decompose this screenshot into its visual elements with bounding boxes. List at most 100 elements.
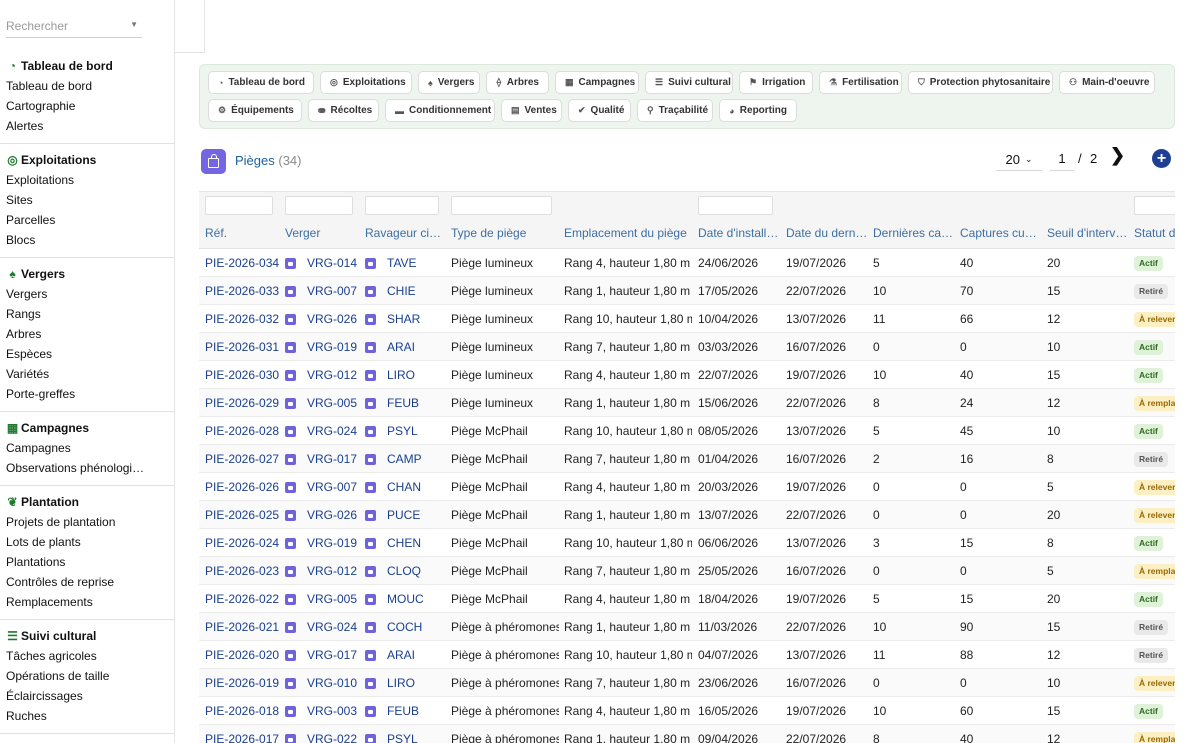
sidebar-section-heading[interactable]: ☰ Suivi cultural [0, 626, 174, 646]
table-row[interactable]: PIE-2026-028 VRG-024 PSYL Piège McPhail Rang… [199, 417, 1175, 445]
table-row[interactable]: PIE-2026-027 VRG-017 CAMP Piège McPhail Rang… [199, 445, 1175, 473]
sidebar-item[interactable]: Alertes [0, 116, 150, 136]
ref-link[interactable]: PIE-2026-018 [205, 704, 279, 718]
sidebar-item[interactable]: Vergers [0, 284, 150, 304]
pest-link[interactable]: LIRO [387, 368, 445, 382]
pest-link[interactable]: LIRO [387, 676, 445, 690]
sidebar-section-heading[interactable]: ❦ Plantation [0, 492, 174, 512]
orchard-link[interactable]: VRG-019 [307, 536, 359, 550]
table-row[interactable]: PIE-2026-025 VRG-026 PUCE Piège McPhail Rang… [199, 501, 1175, 529]
sidebar-item[interactable]: Campagnes [0, 438, 150, 458]
column-filter-input[interactable] [698, 196, 773, 215]
search-box[interactable]: ▼ [6, 14, 142, 38]
table-row[interactable]: PIE-2026-022 VRG-005 MOUC Piège McPhail Rang… [199, 585, 1175, 613]
orchard-link[interactable]: VRG-024 [307, 620, 359, 634]
orchard-link[interactable]: VRG-024 [307, 424, 359, 438]
sidebar-item[interactable]: Tableau de bord [0, 76, 150, 96]
ref-link[interactable]: PIE-2026-031 [205, 340, 279, 354]
current-page-input[interactable]: 1 [1050, 149, 1074, 171]
column-filter-input[interactable] [451, 196, 552, 215]
next-page-button[interactable]: ❯ [1110, 145, 1125, 166]
orchard-link[interactable]: VRG-017 [307, 648, 359, 662]
orchard-link[interactable]: VRG-005 [307, 396, 359, 410]
module-button[interactable]: ⚑ Irrigation [739, 71, 813, 94]
sidebar-item[interactable]: Contrôles de reprise [0, 572, 150, 592]
module-button[interactable]: ⛉ Protection phytosanitaire [908, 71, 1053, 94]
pest-link[interactable]: TAVE [387, 256, 445, 270]
table-row[interactable]: PIE-2026-031 VRG-019 ARAI Piège lumineux Ran… [199, 333, 1175, 361]
column-header[interactable]: Dernières captures [873, 226, 955, 240]
sidebar-item[interactable]: Tâches agricoles [0, 646, 150, 666]
table-row[interactable]: PIE-2026-029 VRG-005 FEUB Piège lumineux Ran… [199, 389, 1175, 417]
sidebar-item[interactable]: Porte-greffes [0, 384, 150, 404]
column-header[interactable]: Ravageur ciblé [365, 226, 445, 240]
chevron-down-icon[interactable]: ▼ [130, 20, 138, 29]
pest-link[interactable]: CHAN [387, 480, 445, 494]
ref-link[interactable]: PIE-2026-028 [205, 424, 279, 438]
page-size-select[interactable]: 20 ⌄ [996, 149, 1042, 171]
sidebar-section-heading[interactable]: ♠ Vergers [0, 264, 174, 284]
add-button[interactable]: + [1152, 149, 1171, 168]
column-filter-input[interactable] [205, 196, 273, 215]
ref-link[interactable]: PIE-2026-030 [205, 368, 279, 382]
pest-link[interactable]: ARAI [387, 340, 445, 354]
sidebar-section-heading[interactable]: ▦ Campagnes [0, 418, 174, 438]
module-button[interactable]: ▦ Campagnes [555, 71, 639, 94]
pest-link[interactable]: CHEN [387, 536, 445, 550]
sidebar-item[interactable]: Blocs [0, 230, 150, 250]
table-row[interactable]: PIE-2026-021 VRG-024 COCH Piège à phéromone… [199, 613, 1175, 641]
sidebar-section-heading[interactable]: ◎ Exploitations [0, 150, 174, 170]
pest-link[interactable]: PSYL [387, 732, 445, 743]
ref-link[interactable]: PIE-2026-029 [205, 396, 279, 410]
table-row[interactable]: PIE-2026-033 VRG-007 CHIE Piège lumineux Ran… [199, 277, 1175, 305]
sidebar-item[interactable]: Sites [0, 190, 150, 210]
column-filter-input[interactable] [1134, 196, 1175, 215]
module-button[interactable]: ⟠ Arbres [486, 71, 549, 94]
sidebar-item[interactable]: Ruches [0, 706, 150, 726]
module-button[interactable]: ▬ Conditionnement [385, 99, 495, 122]
sidebar-item[interactable]: Rangs [0, 304, 150, 324]
ref-link[interactable]: PIE-2026-020 [205, 648, 279, 662]
table-row[interactable]: PIE-2026-032 VRG-026 SHAR Piège lumineux Ran… [199, 305, 1175, 333]
sidebar-item[interactable]: Remplacements [0, 592, 150, 612]
column-header[interactable]: Type de piège [451, 226, 559, 240]
orchard-link[interactable]: VRG-003 [307, 704, 359, 718]
sidebar-item[interactable]: Espèces [0, 344, 150, 364]
column-header[interactable]: Date d'installation [698, 226, 780, 240]
column-header[interactable]: Statut du piège [1134, 226, 1175, 240]
column-filter-input[interactable] [285, 196, 353, 215]
ref-link[interactable]: PIE-2026-034 [205, 256, 279, 270]
sidebar-section-heading[interactable]: ◔ Tableau de bord [0, 56, 174, 76]
ref-link[interactable]: PIE-2026-022 [205, 592, 279, 606]
table-row[interactable]: PIE-2026-019 VRG-010 LIRO Piège à phéromone… [199, 669, 1175, 697]
column-header[interactable]: Date du dernier relevé [786, 226, 868, 240]
module-button[interactable]: ◎ Exploitations [320, 71, 412, 94]
orchard-link[interactable]: VRG-019 [307, 340, 359, 354]
pest-link[interactable]: CHIE [387, 284, 445, 298]
module-button[interactable]: ⚇ Main-d'oeuvre [1059, 71, 1155, 94]
orchard-link[interactable]: VRG-007 [307, 284, 359, 298]
orchard-link[interactable]: VRG-005 [307, 592, 359, 606]
pest-link[interactable]: CLOQ [387, 564, 445, 578]
sidebar-item[interactable]: Éclaircissages [0, 686, 150, 706]
ref-link[interactable]: PIE-2026-033 [205, 284, 279, 298]
table-row[interactable]: PIE-2026-034 VRG-014 TAVE Piège lumineux Ran… [199, 249, 1175, 277]
table-row[interactable]: PIE-2026-020 VRG-017 ARAI Piège à phéromone… [199, 641, 1175, 669]
column-header[interactable]: Verger [285, 226, 359, 240]
module-button[interactable]: ◔ Tableau de bord [208, 71, 314, 94]
orchard-link[interactable]: VRG-026 [307, 312, 359, 326]
column-header[interactable]: Réf. [205, 226, 279, 240]
sidebar-item[interactable]: Opérations de taille [0, 666, 150, 686]
table-row[interactable]: PIE-2026-018 VRG-003 FEUB Piège à phéromone… [199, 697, 1175, 725]
orchard-link[interactable]: VRG-017 [307, 452, 359, 466]
sidebar-item[interactable]: Variétés [0, 364, 150, 384]
ref-link[interactable]: PIE-2026-026 [205, 480, 279, 494]
table-row[interactable]: PIE-2026-023 VRG-012 CLOQ Piège McPhail Rang… [199, 557, 1175, 585]
column-header[interactable]: Seuil d'intervention [1047, 226, 1129, 240]
orchard-link[interactable]: VRG-014 [307, 256, 359, 270]
sidebar-item[interactable]: Exploitations [0, 170, 150, 190]
sidebar-item[interactable]: Plantations [0, 552, 150, 572]
ref-link[interactable]: PIE-2026-017 [205, 732, 279, 743]
ref-link[interactable]: PIE-2026-023 [205, 564, 279, 578]
module-button[interactable]: ⚲ Traçabilité [637, 99, 713, 122]
